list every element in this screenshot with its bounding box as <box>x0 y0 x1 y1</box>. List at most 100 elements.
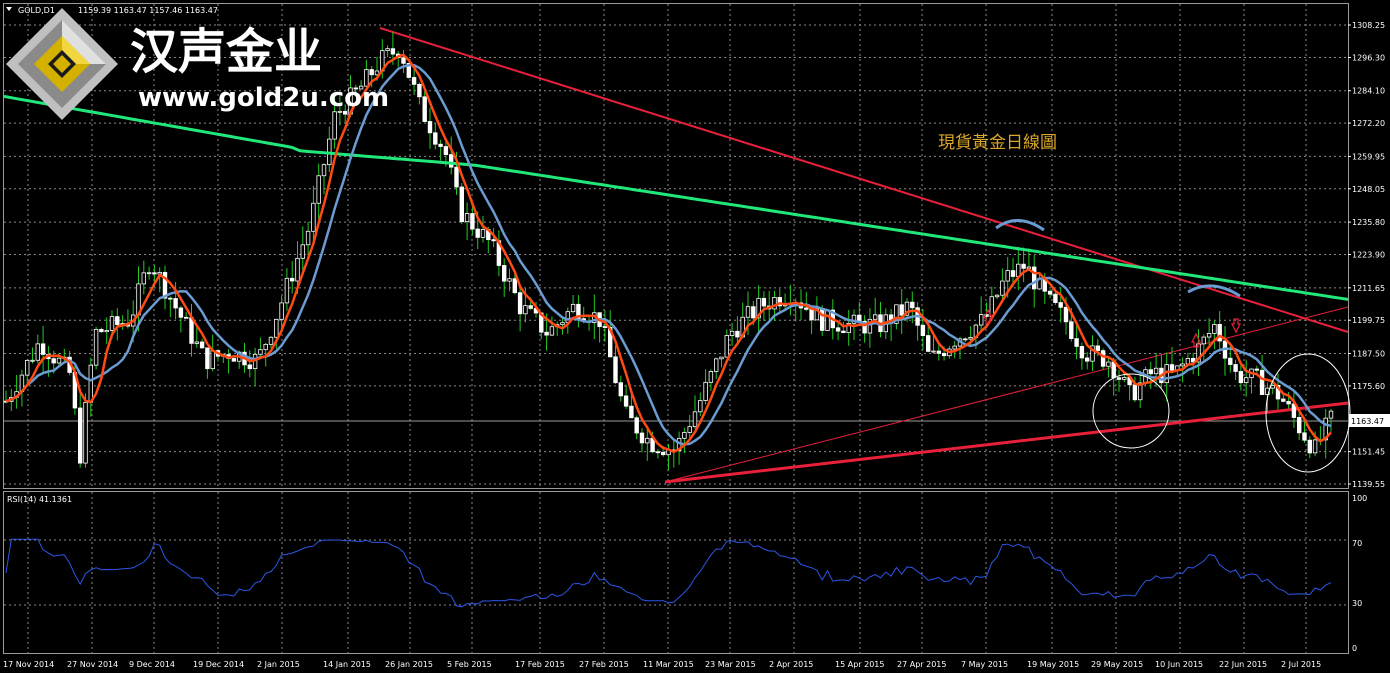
candle-body <box>989 296 994 317</box>
candle-body <box>305 230 311 246</box>
candle-body <box>623 395 629 407</box>
candle-body <box>199 341 205 349</box>
candle-body <box>1244 377 1249 384</box>
candle-body <box>1079 346 1085 359</box>
candle-body <box>152 272 157 275</box>
candle-body <box>698 400 703 413</box>
candle-body <box>173 298 178 309</box>
candle-body <box>1085 357 1090 362</box>
candle-body <box>189 317 194 344</box>
candle-body <box>104 330 109 333</box>
date-tick-label: 15 Apr 2015 <box>835 660 884 669</box>
candle-body <box>369 69 374 76</box>
current-price-value: 1163.47 <box>1351 417 1384 426</box>
date-tick-label: 19 May 2015 <box>1027 660 1079 669</box>
candle-body <box>1053 293 1058 303</box>
date-tick-label: 2 Apr 2015 <box>769 660 813 669</box>
candle-body <box>40 343 46 355</box>
candle-body <box>24 360 30 376</box>
price-tick-label: 1187.50 <box>1352 350 1385 359</box>
candle-body <box>634 417 639 434</box>
candle-body <box>1180 363 1185 367</box>
price-tick-label: 1199.75 <box>1352 316 1385 325</box>
date-tick-label: 26 Jan 2015 <box>385 660 433 669</box>
date-tick-label: 27 Apr 2015 <box>897 660 946 669</box>
candle-body <box>645 437 650 444</box>
candle-body <box>311 202 316 232</box>
date-tick-label: 10 Jun 2015 <box>1155 660 1203 669</box>
candle-body <box>284 277 290 304</box>
candle-body <box>517 292 523 315</box>
candle-body <box>1106 361 1111 367</box>
candle-body <box>1148 369 1153 375</box>
logo-url: www.gold2u.com <box>138 83 389 113</box>
candle-body <box>417 83 422 98</box>
candle-body <box>433 132 438 145</box>
candle-body <box>78 407 83 464</box>
candle-body <box>1206 333 1212 338</box>
candle-body <box>178 307 184 318</box>
candle-body <box>1153 367 1159 375</box>
date-tick-label: 22 Jun 2015 <box>1219 660 1267 669</box>
candle-body <box>570 303 576 313</box>
candle-body <box>1021 263 1026 269</box>
candle-body <box>491 239 496 242</box>
candle-body <box>258 349 263 355</box>
candle-body <box>454 166 459 188</box>
candle-body <box>761 297 767 307</box>
date-tick-label: 23 Mar 2015 <box>705 660 756 669</box>
candle-body <box>1286 400 1291 405</box>
date-tick-label: 9 Dec 2014 <box>129 660 175 669</box>
candle-body <box>464 213 470 223</box>
candle-body <box>459 186 464 223</box>
candle-body <box>279 302 284 320</box>
candle-body <box>719 356 724 360</box>
candle-body <box>205 347 210 370</box>
date-tick-label: 14 Jan 2015 <box>323 660 371 669</box>
chart-window[interactable]: GOLD,D1 1159.39 1163.47 1157.46 1163.47 … <box>0 0 1390 673</box>
date-tick-label: 7 May 2015 <box>961 660 1008 669</box>
candle-body <box>899 304 904 316</box>
candle-body <box>263 343 268 351</box>
candle-body <box>1047 290 1053 295</box>
candle-body <box>952 345 957 350</box>
candle-body <box>448 154 454 168</box>
date-tick-label: 11 Mar 2015 <box>643 660 694 669</box>
candle-body <box>804 307 809 310</box>
rsi-tick-label: 30 <box>1352 599 1362 608</box>
candle-body <box>613 356 618 384</box>
candle-body <box>1297 417 1302 434</box>
candle-body <box>687 426 692 433</box>
price-tick-label: 1259.95 <box>1352 152 1385 161</box>
candle-body <box>411 77 417 85</box>
candle-body <box>30 359 35 362</box>
candle-body <box>841 330 846 334</box>
chart-annotation: 現貨黃金日線圖 <box>938 133 1057 153</box>
date-tick-label: 5 Feb 2015 <box>447 660 492 669</box>
candle-body <box>512 278 517 294</box>
candle-body <box>438 143 443 147</box>
candle-body <box>655 451 661 454</box>
current-price-badge: 1163.47 <box>1349 414 1390 427</box>
candle-body <box>1000 280 1005 296</box>
candle-body <box>1302 432 1307 441</box>
candle-body <box>1095 345 1100 352</box>
candle-body <box>332 111 337 140</box>
candle-body <box>936 350 941 354</box>
candle-body <box>873 314 878 320</box>
candle-body <box>295 257 300 282</box>
candle-body <box>1111 361 1116 379</box>
candle-body <box>1100 350 1106 367</box>
candle-body <box>480 229 486 238</box>
candle-body <box>1169 364 1175 371</box>
price-tick-label: 1139.55 <box>1352 480 1385 489</box>
candle-body <box>475 228 480 238</box>
candle-body <box>401 57 406 64</box>
candle-body <box>1132 384 1138 401</box>
candle-body <box>1233 364 1238 372</box>
candle-body <box>703 381 708 401</box>
candle-body <box>1270 384 1275 389</box>
price-tick-label: 1211.65 <box>1352 284 1385 293</box>
candle-body <box>544 331 549 336</box>
candle-body <box>714 358 719 372</box>
